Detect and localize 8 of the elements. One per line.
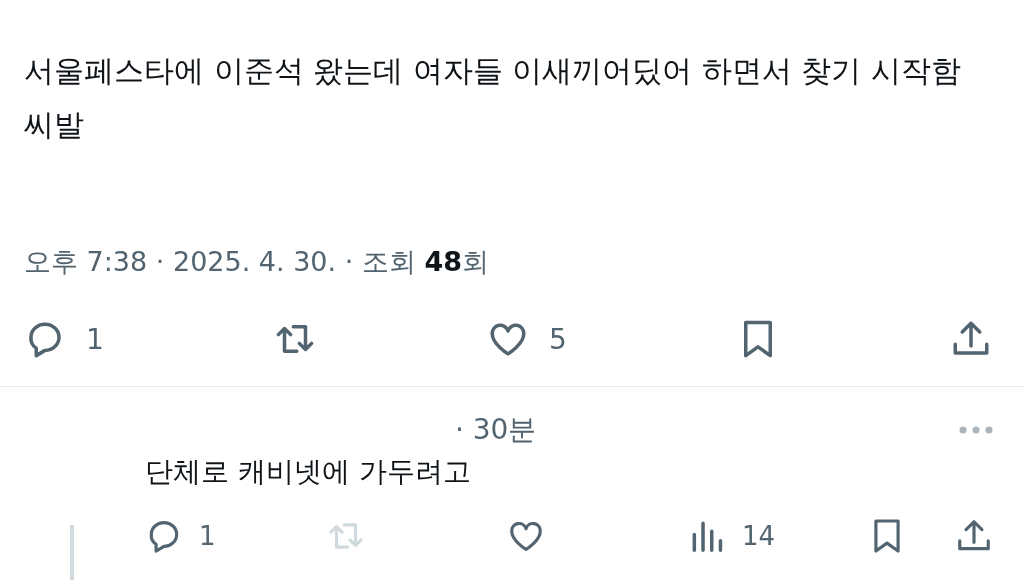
reply-button[interactable]: 1 <box>24 318 104 360</box>
reply-button[interactable]: 1 <box>145 517 327 555</box>
post-text: 서울페스타에 이준석 왔는데 여자들 이새끼어딨어 하면서 찾기 시작함 씨발 <box>23 52 962 144</box>
reply-text: 단체로 캐비넷에 가두려고 <box>145 454 472 490</box>
views-button[interactable]: 14 <box>688 517 868 555</box>
post-meta: 오후 7:38 · 2025. 4. 30. · 조회 48회 <box>23 245 491 279</box>
reply-time: · 30분 <box>455 412 537 448</box>
like-button[interactable]: 5 <box>487 318 567 360</box>
